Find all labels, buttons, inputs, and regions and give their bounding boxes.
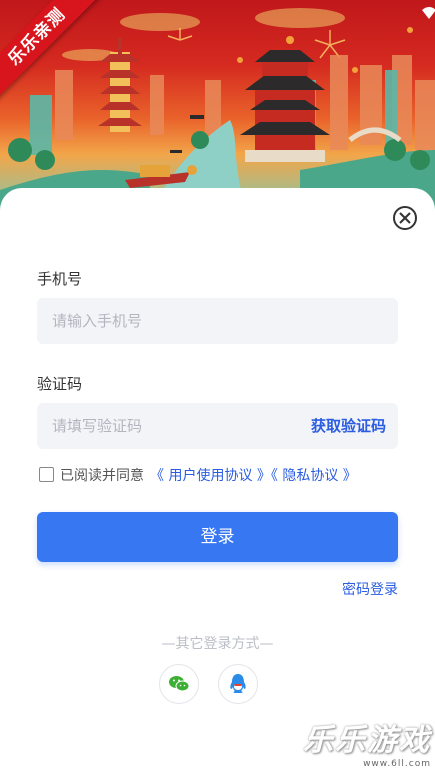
watermark-url: www.6ll.com (363, 759, 431, 769)
phone-field-container (37, 298, 398, 344)
phone-label: 手机号 (37, 270, 83, 288)
agreement-prefix: 已阅读并同意 (60, 468, 144, 484)
get-code-button[interactable]: 获取验证码 (311, 403, 386, 449)
watermark-text: 乐乐游戏 (303, 723, 431, 758)
close-button[interactable] (393, 206, 417, 230)
phone-input[interactable] (37, 298, 302, 344)
wechat-login-button[interactable] (159, 664, 199, 704)
password-login-link[interactable]: 密码登录 (342, 579, 398, 599)
watermark: 乐乐游戏 www.6ll.com (303, 715, 431, 769)
header-banner: 乐乐亲测 (0, 0, 435, 215)
code-label: 验证码 (37, 375, 83, 393)
agreement-checkbox[interactable] (39, 466, 54, 482)
wechat-icon (169, 676, 190, 692)
qq-login-button[interactable] (218, 664, 258, 704)
agreement-row: 已阅读并同意《 用户使用协议 》《 隐私协议 》 (39, 465, 357, 485)
wifi-icon (422, 7, 435, 19)
close-icon (399, 212, 411, 224)
code-field-container: 获取验证码 (37, 403, 398, 449)
other-login-title: —其它登录方式— (161, 636, 274, 652)
login-button[interactable]: 登录 (37, 512, 398, 562)
qq-icon (230, 674, 246, 693)
code-input[interactable] (37, 403, 302, 449)
user-agreement-link[interactable]: 《 用户使用协议 》 (150, 468, 271, 484)
privacy-agreement-link[interactable]: 《 隐私协议 》 (271, 468, 357, 484)
city-illustration (0, 8, 435, 215)
